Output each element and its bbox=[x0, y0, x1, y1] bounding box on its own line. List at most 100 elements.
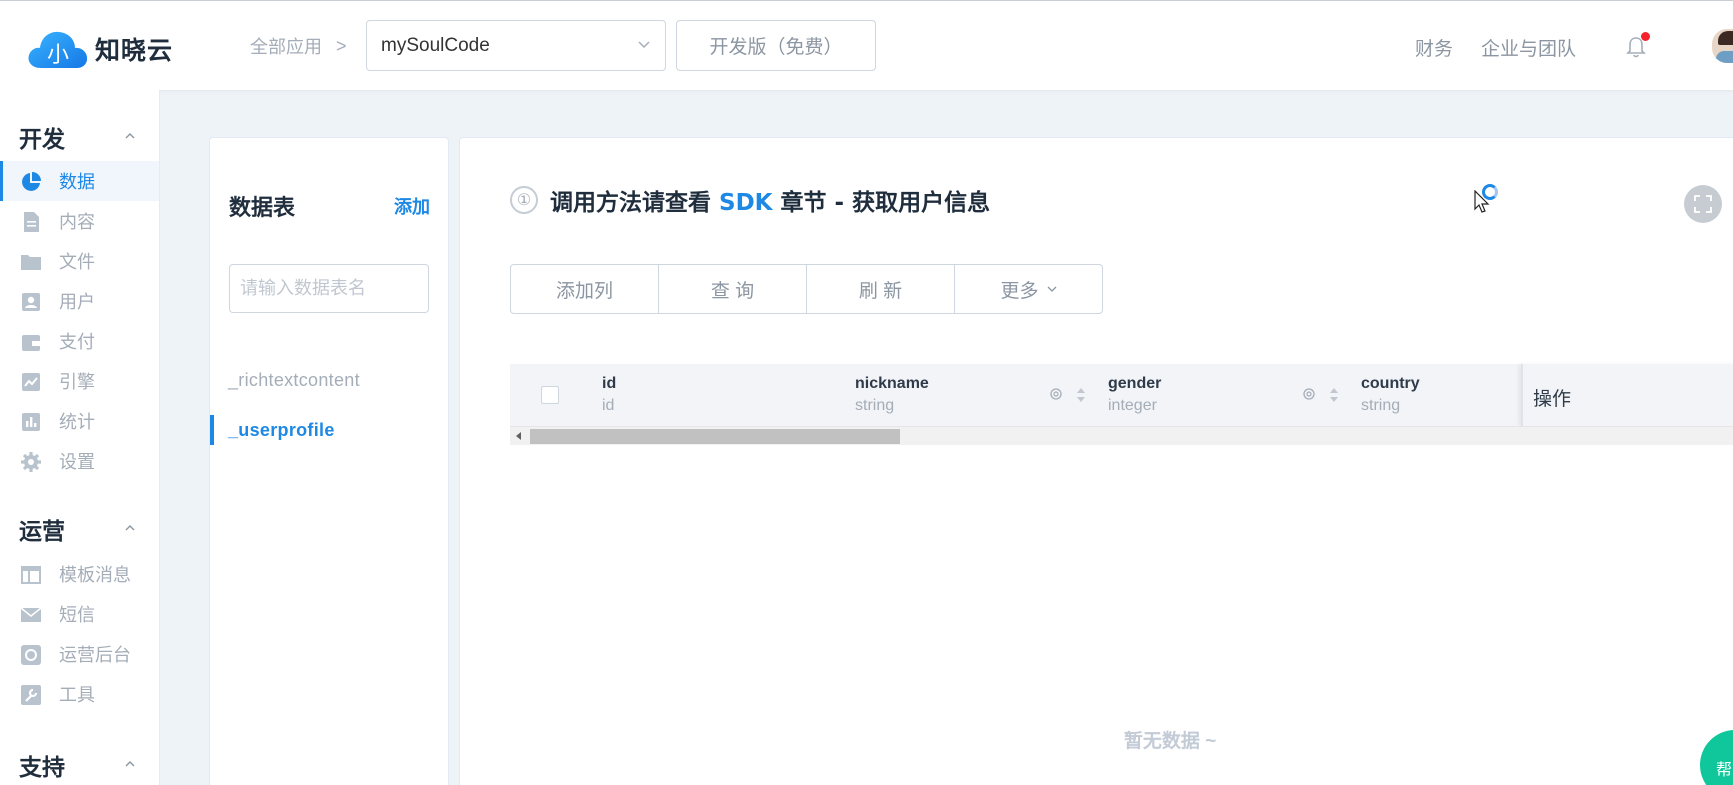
sidebar-item-sms[interactable]: 短信 bbox=[0, 594, 159, 634]
notification-dot bbox=[1641, 32, 1650, 41]
app-select[interactable]: mySoulCode bbox=[366, 20, 666, 71]
active-table-indicator bbox=[210, 415, 214, 445]
gear-icon bbox=[21, 452, 41, 472]
svg-text:小: 小 bbox=[47, 43, 69, 68]
tables-panel-title: 数据表 bbox=[229, 196, 296, 221]
sidebar-item-data[interactable]: 数据 bbox=[0, 161, 159, 201]
empty-state-text: 暂无数据 ~ bbox=[1123, 731, 1217, 752]
sdk-link[interactable]: SDK bbox=[719, 190, 772, 216]
sidebar-item-label: 文件 bbox=[59, 252, 95, 272]
column-settings-icon[interactable] bbox=[1048, 386, 1064, 402]
section-ops-title[interactable]: 运营 bbox=[19, 512, 65, 546]
table-item-richtextcontent[interactable]: _richtextcontent bbox=[228, 370, 360, 391]
table-search-input[interactable] bbox=[229, 264, 429, 313]
sort-icon[interactable] bbox=[1076, 386, 1086, 404]
add-column-button[interactable]: 添加列 bbox=[510, 264, 659, 314]
wallet-icon bbox=[22, 335, 40, 351]
grid-header-row: id id nickname string gender integer cou… bbox=[510, 364, 1733, 426]
scrollbar-thumb[interactable] bbox=[530, 429, 900, 444]
sidebar-item-users[interactable]: 用户 bbox=[0, 281, 159, 321]
sidebar-item-tools[interactable]: 工具 bbox=[0, 674, 159, 714]
more-button[interactable]: 更多 bbox=[954, 264, 1103, 314]
sidebar-item-stats[interactable]: 统计 bbox=[0, 401, 159, 441]
sidebar-item-label: 引擎 bbox=[59, 372, 95, 392]
column-header-actions: 操作 bbox=[1521, 364, 1733, 426]
help-button-label: 帮 bbox=[1716, 762, 1733, 779]
actions-label: 操作 bbox=[1533, 389, 1572, 410]
trend-chart-icon bbox=[22, 373, 40, 391]
plan-button[interactable]: 开发版（免费） bbox=[676, 20, 876, 71]
column-header-country[interactable]: country string bbox=[1361, 375, 1420, 415]
section-support-title[interactable]: 支持 bbox=[19, 748, 65, 782]
pie-chart-icon bbox=[22, 172, 41, 191]
mail-icon bbox=[20, 607, 42, 622]
finance-link[interactable]: 财务 bbox=[1415, 34, 1453, 61]
sdk-hint-text: 调用方法请查看 SDK 章节 - 获取用户信息 bbox=[550, 183, 990, 217]
query-button[interactable]: 查 询 bbox=[658, 264, 807, 314]
cloud-logo-icon: 小 bbox=[27, 28, 89, 70]
sidebar-item-template-message[interactable]: 模板消息 bbox=[0, 554, 159, 594]
breadcrumb-separator: > bbox=[336, 35, 347, 56]
loading-spinner-icon bbox=[1482, 184, 1498, 200]
sdk-hint: ① 调用方法请查看 SDK 章节 - 获取用户信息 bbox=[510, 183, 990, 217]
refresh-button[interactable]: 刷 新 bbox=[806, 264, 955, 314]
column-settings-icon[interactable] bbox=[1301, 386, 1317, 402]
sort-icon[interactable] bbox=[1329, 386, 1339, 404]
sidebar-item-payment[interactable]: 支付 bbox=[0, 321, 159, 361]
chevron-up-icon[interactable] bbox=[124, 760, 136, 768]
brand-name: 知晓云 bbox=[95, 36, 174, 65]
select-all-checkbox[interactable] bbox=[541, 386, 559, 404]
sidebar-item-label: 支付 bbox=[59, 332, 95, 352]
add-table-link[interactable]: 添加 bbox=[394, 193, 430, 219]
column-name: id bbox=[602, 375, 617, 392]
chevron-up-icon[interactable] bbox=[124, 132, 136, 140]
enterprise-team-link[interactable]: 企业与团队 bbox=[1481, 34, 1576, 61]
brand-logo[interactable]: 小 知晓云 bbox=[27, 28, 173, 70]
sidebar-item-files[interactable]: 文件 bbox=[0, 241, 159, 281]
chevron-down-icon bbox=[638, 41, 650, 49]
avatar[interactable] bbox=[1712, 29, 1733, 63]
sidebar-item-label: 工具 bbox=[59, 685, 95, 705]
more-button-label: 更多 bbox=[1000, 280, 1039, 302]
sidebar-item-ops-console[interactable]: 运营后台 bbox=[0, 634, 159, 674]
operations-icon bbox=[21, 645, 41, 665]
breadcrumb-all-apps[interactable]: 全部应用 bbox=[250, 33, 322, 59]
scroll-left-icon[interactable] bbox=[516, 432, 521, 440]
sdk-hint-suffix: 章节 - 获取用户信息 bbox=[780, 190, 991, 216]
sidebar-item-label: 数据 bbox=[59, 172, 95, 192]
column-name: nickname bbox=[855, 375, 929, 392]
sidebar-item-content[interactable]: 内容 bbox=[0, 201, 159, 241]
sidebar: 开发 数据 内容 文件 用户 支付 引擎 统计 设置 运营 模板消息 短信 运营… bbox=[0, 90, 160, 785]
app-select-value: mySoulCode bbox=[381, 34, 490, 56]
sidebar-item-label: 内容 bbox=[59, 212, 95, 232]
sidebar-item-engine[interactable]: 引擎 bbox=[0, 361, 159, 401]
column-name: gender bbox=[1108, 375, 1162, 392]
column-header-gender[interactable]: gender integer bbox=[1108, 375, 1161, 415]
info-circle-icon: ① bbox=[510, 186, 538, 214]
chevron-up-icon[interactable] bbox=[124, 524, 136, 532]
sidebar-item-label: 运营后台 bbox=[59, 645, 131, 665]
top-bar: 小 知晓云 全部应用 > mySoulCode 开发版（免费） 财务 企业与团队 bbox=[0, 0, 1733, 90]
fullscreen-button[interactable] bbox=[1684, 185, 1722, 223]
data-grid: id id nickname string gender integer cou… bbox=[510, 364, 1733, 445]
folder-icon bbox=[21, 255, 41, 270]
breadcrumb[interactable]: 全部应用 > bbox=[250, 33, 347, 59]
column-header-id[interactable]: id id bbox=[602, 375, 616, 415]
sidebar-item-label: 用户 bbox=[59, 292, 95, 312]
column-header-nickname[interactable]: nickname string bbox=[855, 375, 929, 415]
user-card-icon bbox=[22, 293, 40, 311]
bar-chart-icon bbox=[22, 413, 40, 431]
column-type: string bbox=[1361, 397, 1401, 414]
sdk-hint-prefix: 调用方法请查看 bbox=[550, 190, 711, 216]
sidebar-item-settings[interactable]: 设置 bbox=[0, 441, 159, 481]
table-toolbar: 添加列 查 询 刷 新 更多 bbox=[510, 264, 1103, 314]
table-item-userprofile[interactable]: _userprofile bbox=[228, 420, 335, 441]
template-icon bbox=[21, 566, 41, 584]
section-dev-title[interactable]: 开发 bbox=[19, 120, 65, 154]
main-panel: ① 调用方法请查看 SDK 章节 - 获取用户信息 添加列 查 询 刷 新 更多… bbox=[459, 137, 1733, 785]
chevron-down-icon bbox=[1047, 286, 1056, 292]
document-icon bbox=[24, 212, 39, 232]
expand-icon bbox=[1694, 195, 1712, 213]
horizontal-scrollbar[interactable] bbox=[510, 426, 1733, 445]
column-type: id bbox=[602, 397, 615, 414]
